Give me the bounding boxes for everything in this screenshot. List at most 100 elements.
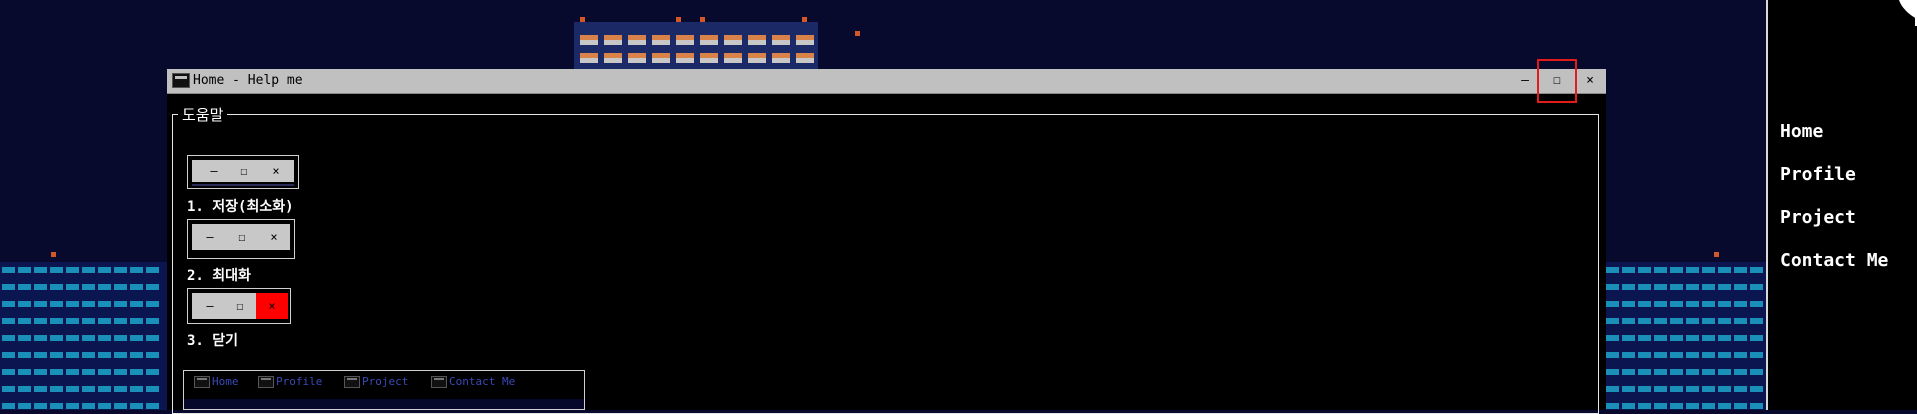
sidebar-item-home[interactable]: Home xyxy=(1780,121,1823,142)
city-window xyxy=(1734,267,1747,273)
sidebar-item-project[interactable]: Project xyxy=(1780,207,1856,228)
roof-light xyxy=(580,17,585,22)
city-window xyxy=(1750,386,1763,392)
city-window xyxy=(114,403,127,409)
city-window xyxy=(1750,335,1763,341)
city-window xyxy=(1654,369,1667,375)
city-window xyxy=(1686,386,1699,392)
city-window xyxy=(1638,386,1651,392)
city-window xyxy=(1638,267,1651,273)
close-button[interactable]: × xyxy=(1577,69,1603,93)
city-window xyxy=(18,301,31,307)
mini-taskbar-label: Contact Me xyxy=(449,375,516,388)
city-window xyxy=(1670,318,1683,324)
city-window xyxy=(1622,352,1635,358)
title-bar[interactable]: Home - Help me – ☐ × xyxy=(167,59,1606,103)
roof-light xyxy=(51,252,56,257)
building-window xyxy=(748,53,766,63)
city-window xyxy=(34,369,47,375)
help-fieldset xyxy=(172,114,1599,414)
city-window xyxy=(1750,318,1763,324)
roof-light xyxy=(802,17,807,22)
city-window xyxy=(1606,284,1619,290)
city-window xyxy=(66,335,79,341)
city-window xyxy=(1606,352,1619,358)
city-window xyxy=(1654,403,1667,409)
building-window xyxy=(604,35,622,45)
building-window xyxy=(748,35,766,45)
building-window xyxy=(580,35,598,45)
city-window xyxy=(1702,369,1715,375)
city-window xyxy=(18,369,31,375)
city-window xyxy=(50,318,63,324)
city-window xyxy=(2,403,15,409)
city-window xyxy=(1734,335,1747,341)
city-window xyxy=(1622,318,1635,324)
city-window xyxy=(1734,369,1747,375)
roof-light xyxy=(855,31,860,36)
demo-maximize-button: ☐ xyxy=(240,164,248,178)
city-window xyxy=(66,386,79,392)
mini-taskbar-item-home: Home xyxy=(194,375,239,388)
city-window xyxy=(1670,369,1683,375)
city-window xyxy=(130,386,143,392)
city-window xyxy=(1718,352,1731,358)
sidebar-item-profile[interactable]: Profile xyxy=(1780,164,1856,185)
building-window xyxy=(796,35,814,45)
city-window xyxy=(98,369,111,375)
city-window xyxy=(82,267,95,273)
city-window xyxy=(1606,369,1619,375)
city-window xyxy=(1606,318,1619,324)
building-window xyxy=(724,53,742,63)
city-window xyxy=(82,386,95,392)
building-window xyxy=(652,53,670,63)
city-window xyxy=(130,369,143,375)
roof-light xyxy=(1714,252,1719,257)
sidebar-item-contact-me[interactable]: Contact Me xyxy=(1780,250,1888,271)
city-window xyxy=(1638,352,1651,358)
city-window xyxy=(1718,403,1731,409)
demo-maximize-button: ☐ xyxy=(236,299,244,313)
city-window xyxy=(50,403,63,409)
city-window xyxy=(50,369,63,375)
city-window xyxy=(130,284,143,290)
city-window xyxy=(1750,369,1763,375)
city-window xyxy=(1654,386,1667,392)
city-window xyxy=(66,301,79,307)
city-window xyxy=(1686,267,1699,273)
city-window xyxy=(1702,301,1715,307)
roof-light xyxy=(700,17,705,22)
city-window xyxy=(2,318,15,324)
city-window xyxy=(1686,352,1699,358)
city-window xyxy=(1622,403,1635,409)
city-window xyxy=(146,301,159,307)
city-window xyxy=(114,267,127,273)
city-window xyxy=(1734,403,1747,409)
city-window xyxy=(1622,301,1635,307)
demo-minimize-button: – xyxy=(206,299,214,313)
city-window xyxy=(50,352,63,358)
demo-minimize-button: – xyxy=(210,164,218,178)
city-window xyxy=(1686,318,1699,324)
city-window xyxy=(1654,318,1667,324)
step-1-label: 1. 저장(최소화) xyxy=(187,199,294,215)
city-window xyxy=(114,352,127,358)
demo-bar: – ☐ × xyxy=(192,160,294,182)
city-window xyxy=(146,284,159,290)
city-window xyxy=(82,284,95,290)
city-window xyxy=(1750,267,1763,273)
city-window xyxy=(146,318,159,324)
city-window xyxy=(18,386,31,392)
maximize-highlight-box xyxy=(1537,59,1577,103)
city-window xyxy=(1606,267,1619,273)
city-window xyxy=(66,284,79,290)
city-window xyxy=(50,301,63,307)
city-window xyxy=(82,301,95,307)
mini-taskbar-strip xyxy=(184,399,584,409)
city-window xyxy=(1702,318,1715,324)
city-window xyxy=(1718,369,1731,375)
city-window xyxy=(1622,284,1635,290)
roof-light xyxy=(676,17,681,22)
city-window xyxy=(114,301,127,307)
minimize-button[interactable]: – xyxy=(1512,69,1538,93)
